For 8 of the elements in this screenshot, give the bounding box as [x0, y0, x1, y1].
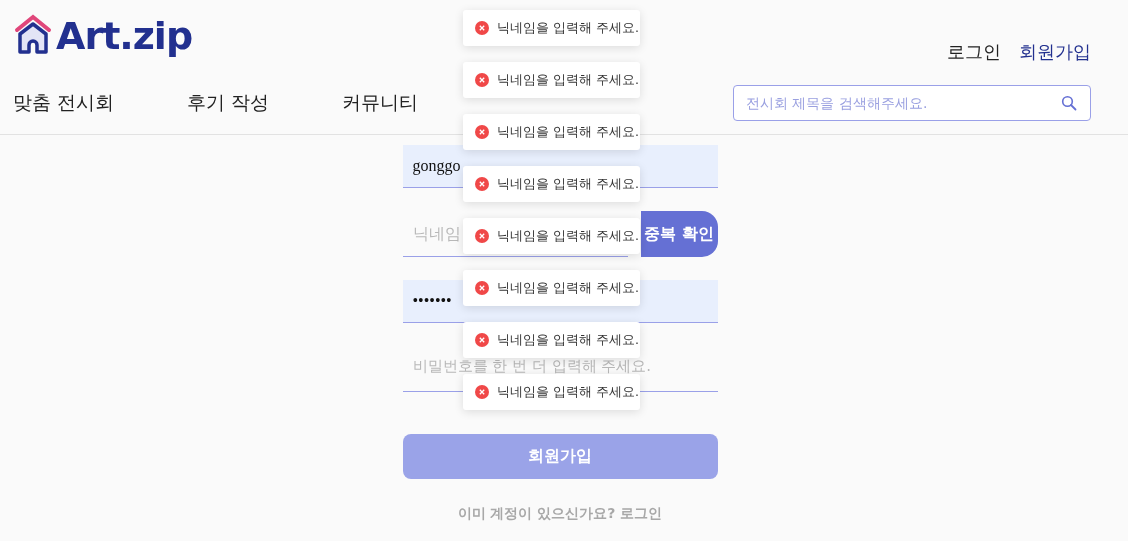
- error-toast: 닉네임을 입력해 주세요.: [463, 218, 640, 254]
- error-toast: 닉네임을 입력해 주세요.: [463, 114, 640, 150]
- error-toast: 닉네임을 입력해 주세요.: [463, 270, 640, 306]
- error-toast: 닉네임을 입력해 주세요.: [463, 10, 640, 46]
- error-toast: 닉네임을 입력해 주세요.: [463, 166, 640, 202]
- error-toast: 닉네임을 입력해 주세요.: [463, 62, 640, 98]
- error-toast: 닉네임을 입력해 주세요.: [463, 374, 640, 410]
- error-toast: 닉네임을 입력해 주세요.: [463, 322, 640, 358]
